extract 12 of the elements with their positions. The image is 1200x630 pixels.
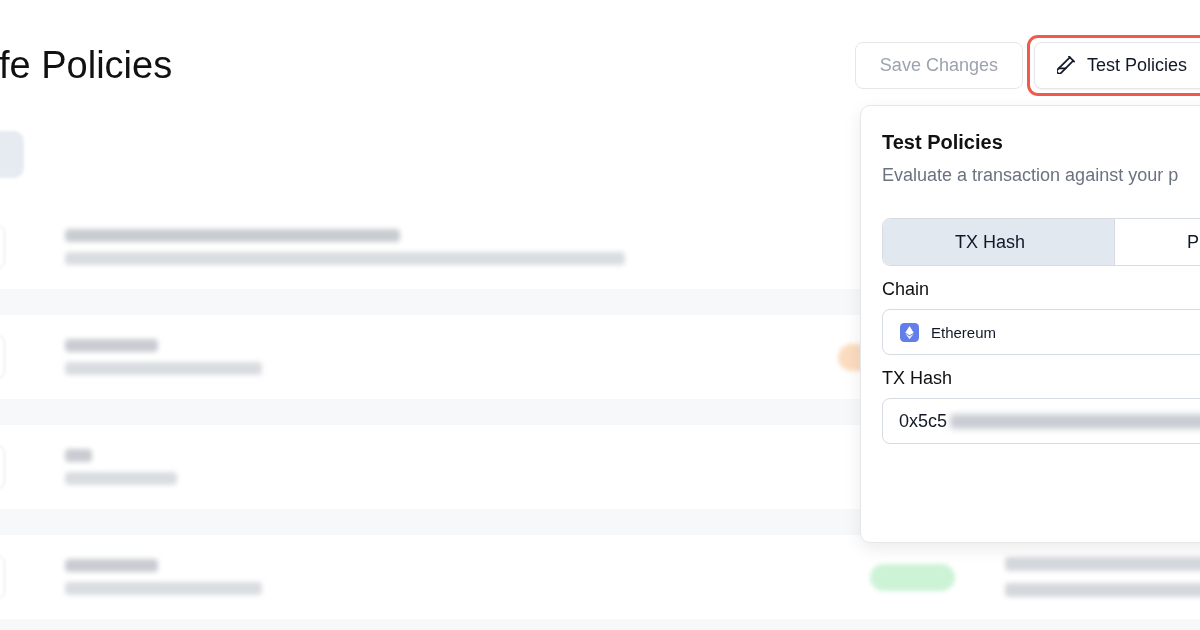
tx-hash-input[interactable]: 0x5c5: [882, 398, 1200, 444]
chain-value: Ethereum: [931, 323, 997, 341]
chain-select[interactable]: Ethereum: [882, 309, 1200, 355]
field-label: Chain: [882, 278, 931, 300]
blurred-text: [65, 449, 92, 462]
test-tube-icon: [1056, 56, 1075, 74]
field-label: TX Hash: [882, 367, 954, 389]
popover-description: Evaluate a transaction against your p: [882, 164, 1180, 186]
input-mode-tab[interactable]: TX Hash: [883, 219, 1115, 265]
ethereum-icon: [900, 322, 919, 342]
test-policies-button[interactable]: Test Policies: [1033, 41, 1200, 89]
popover-title: Test Policies: [882, 130, 1004, 154]
